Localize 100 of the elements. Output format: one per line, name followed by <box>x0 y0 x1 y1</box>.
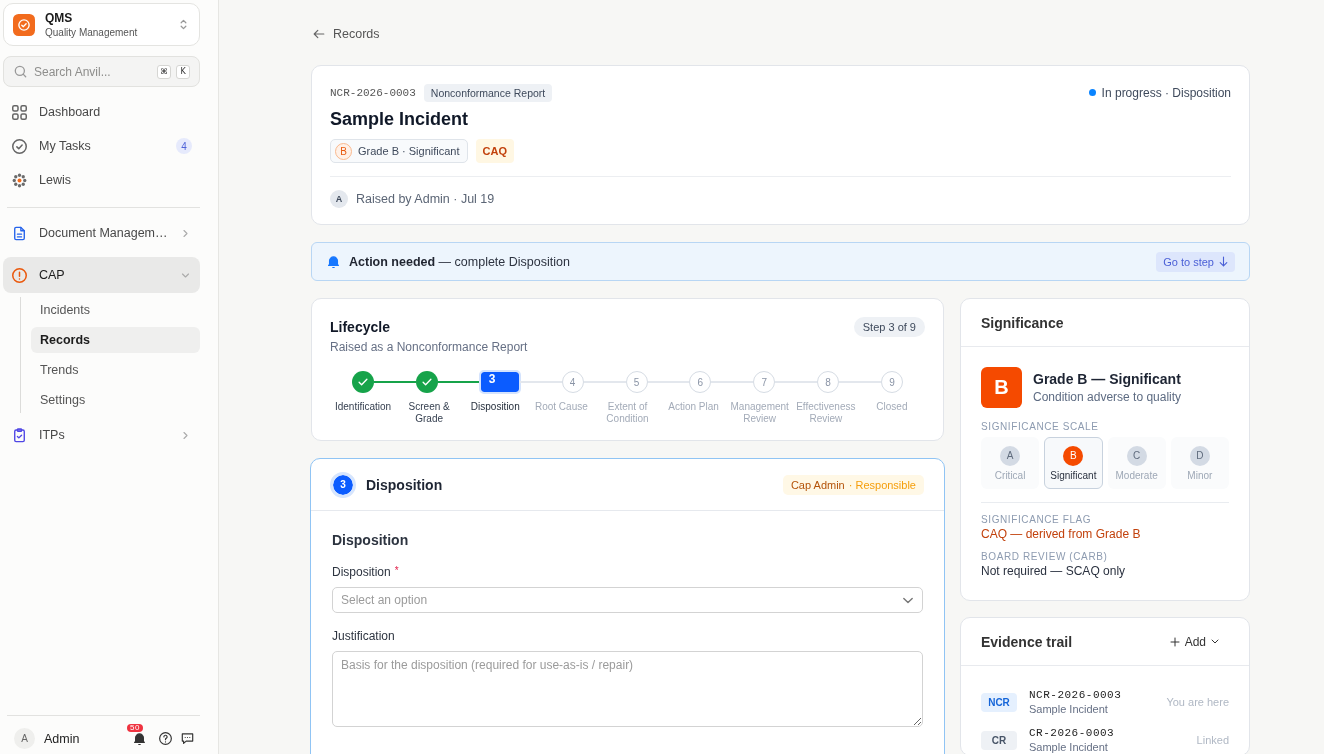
grade-letter: A <box>1000 445 1021 466</box>
step-connector <box>437 381 480 383</box>
back-arrow-icon <box>313 29 325 39</box>
step-label: Screen & Grade <box>407 401 451 425</box>
notification-count: 50 <box>127 724 143 732</box>
flag-tag: CAQ <box>475 139 514 163</box>
card-title: Evidence trail <box>981 633 1073 650</box>
card-subtitle: Raised as a Nonconformance Report <box>330 340 529 354</box>
workspace-switcher[interactable]: QMS Quality Management <box>3 3 200 46</box>
clipboard-check-icon <box>12 427 27 443</box>
user-avatar: A <box>14 728 35 749</box>
step-connector <box>374 381 416 383</box>
scale-option[interactable]: C Moderate <box>1107 437 1166 489</box>
nav-item[interactable]: CAP <box>3 257 200 293</box>
field-label: Disposition <box>332 565 391 579</box>
scale-option[interactable]: D Minor <box>1170 437 1229 489</box>
link-status: Linked <box>1196 734 1229 746</box>
record-id: CR-2026-0003 <box>1029 727 1115 739</box>
card-title: Significance <box>981 314 1064 331</box>
nav-subitem[interactable]: Settings <box>31 387 200 413</box>
record-status: In progress · Disposition <box>1101 85 1231 100</box>
arrow-down-icon <box>1219 256 1228 267</box>
grade-description: Condition adverse to quality <box>1033 390 1182 404</box>
nav-item[interactable]: Document Managem… <box>3 215 200 251</box>
nav-subitem[interactable]: Records <box>31 327 200 353</box>
record-title: Sample Incident <box>330 109 470 130</box>
count-badge: 4 <box>176 138 192 154</box>
nav-subitem[interactable]: Trends <box>31 357 200 383</box>
bell-icon <box>327 255 340 268</box>
nav-item[interactable]: Lewis <box>3 163 200 197</box>
grade-letter: B <box>335 142 352 160</box>
grade-title: Grade B — Significant <box>1033 371 1182 387</box>
raiser-avatar: A <box>330 189 348 208</box>
detail-value: CAQ — derived from Grade B <box>981 527 1142 541</box>
shortcut-key: K <box>176 64 190 79</box>
card-title: Lifecycle <box>330 319 390 335</box>
nav-subitem[interactable]: Incidents <box>31 297 200 323</box>
detail-value: Not required — SCAQ only <box>981 564 1127 578</box>
nav-item[interactable]: Dashboard <box>3 95 200 129</box>
back-link[interactable]: Records <box>313 24 380 44</box>
chevron-down-icon <box>1211 639 1219 644</box>
step-circle[interactable] <box>415 371 438 393</box>
card-title: Disposition <box>366 476 443 493</box>
logo-icon <box>13 13 35 36</box>
detail-label: BOARD REVIEW (CARB) <box>981 551 1109 562</box>
record-id: NCR-2026-0003 <box>330 86 416 99</box>
field-label: Justification <box>332 629 395 643</box>
go-to-step-button[interactable]: Go to step <box>1156 251 1235 272</box>
help-icon[interactable] <box>159 732 172 745</box>
required-mark: * <box>394 565 399 578</box>
record-title: Sample Incident <box>1029 741 1108 753</box>
detail-label: SIGNIFICANCE FLAG <box>981 514 1093 525</box>
notifications-bell-icon[interactable] <box>133 732 146 745</box>
step-label: Extent of Condition <box>605 401 650 425</box>
owner-name: Cap Admin <box>790 478 845 491</box>
chevrons-up-down-icon <box>180 19 187 30</box>
step-label: Management Review <box>729 401 790 425</box>
step-label: Action Plan <box>668 401 719 414</box>
scale-option[interactable]: B Significant <box>1044 437 1103 489</box>
document-icon <box>12 225 27 241</box>
search-icon <box>14 65 27 78</box>
check-icon <box>358 378 368 386</box>
record-type-tag: Nonconformance Report <box>423 83 553 102</box>
section-title: Disposition <box>332 532 410 548</box>
circle-check-icon <box>12 138 27 154</box>
owner-role: · Responsible <box>848 478 916 491</box>
grade-letter: D <box>1189 445 1210 466</box>
justification-field[interactable]: Basis for the disposition (required for use-as-is / repair) <box>332 651 923 727</box>
grade-letter: C <box>1126 445 1147 466</box>
select-field[interactable]: Select an option <box>332 587 923 613</box>
add-button[interactable]: Add <box>1169 634 1229 649</box>
nav-item[interactable]: My Tasks 4 <box>3 129 200 163</box>
link-status: You are here <box>1166 696 1229 708</box>
step-label: Root Cause <box>534 401 588 414</box>
workspace-name: QMS <box>45 11 73 25</box>
step-label: Closed <box>876 401 908 414</box>
check-icon <box>421 378 432 386</box>
status-dot-icon <box>1088 89 1096 96</box>
chat-icon[interactable] <box>181 732 194 745</box>
chevron-down-icon <box>902 597 914 604</box>
step-label: Identification <box>334 401 392 414</box>
step-label: Disposition <box>470 401 520 414</box>
scale-label: SIGNIFICANCE SCALE <box>981 421 1100 432</box>
search-field[interactable]: Search Anvil... ⌘ K <box>3 56 200 87</box>
record-id: NCR-2026-0003 <box>1029 689 1122 701</box>
record-title: Sample Incident <box>1029 703 1108 715</box>
step-circle[interactable] <box>352 371 374 393</box>
workspace-subtitle: Quality Management <box>45 27 138 38</box>
step-label: Effectiveness Review <box>795 401 857 425</box>
search-input[interactable]: Search Anvil... <box>34 64 152 79</box>
alert-circle-icon <box>12 267 27 283</box>
shortcut-key: ⌘ <box>157 64 171 79</box>
scale-option[interactable]: A Critical <box>981 437 1040 489</box>
user-name: Admin <box>44 731 81 746</box>
dashboard-grid-icon <box>12 104 27 120</box>
record-type-tag: NCR <box>981 692 1017 712</box>
grade-label: Grade B · Significant <box>358 145 460 157</box>
nav-item[interactable]: ITPs <box>3 417 200 453</box>
plus-icon <box>1169 636 1180 647</box>
step-count-tag: Step 3 of 9 <box>853 317 925 337</box>
